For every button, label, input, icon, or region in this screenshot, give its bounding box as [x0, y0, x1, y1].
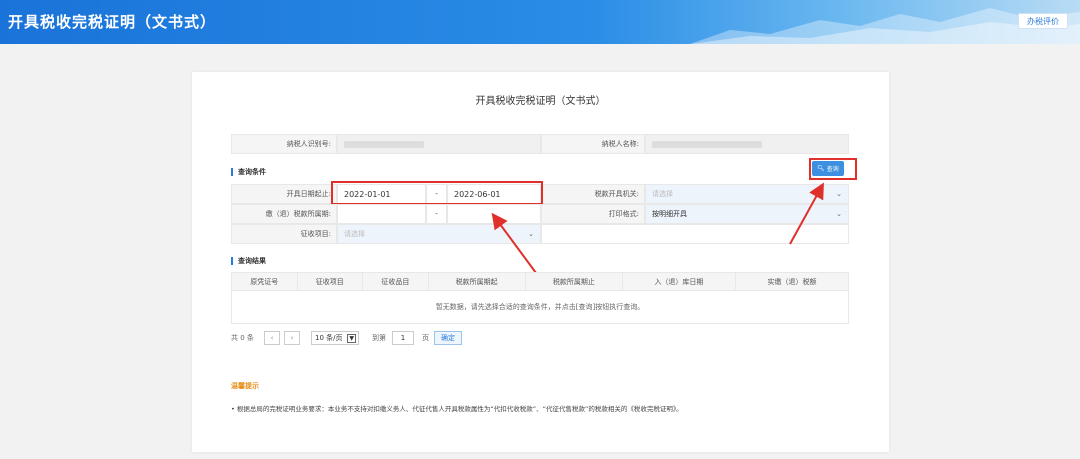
taxpayer-id-value: [337, 134, 541, 154]
main-panel: 开具税收完税证明（文书式） 纳税人识别号: 纳税人名称: 查询条件 🔍︎ 查询 开…: [192, 72, 889, 452]
column-header: 税款所属期止: [524, 272, 623, 291]
page-title: 开具税收完税证明（文书式）: [475, 96, 606, 107]
tips-heading: 温馨提示: [231, 382, 259, 390]
page-number-input[interactable]: 1: [392, 331, 414, 345]
chevron-down-icon: ⌄: [836, 190, 842, 198]
tips-text: • 根据总局的完税证明业务要求：本业务不支持对扣缴义务人、代征代售人开具税款属性…: [231, 405, 683, 413]
taxpayer-id-label: 纳税人识别号:: [231, 134, 337, 154]
page-size-value: 10 条/页: [315, 334, 343, 342]
taxpayer-name-value: [645, 134, 849, 154]
results-section-heading: 查询结果: [231, 257, 266, 265]
column-header: 征收品目: [362, 272, 429, 291]
page-unit-label: 页: [422, 334, 429, 342]
confirm-button[interactable]: 确定: [434, 331, 462, 345]
highlight-box-query: [809, 158, 857, 180]
annotation-arrows: [491, 182, 824, 278]
page-size-select[interactable]: 10 条/页 ▼: [311, 331, 359, 345]
taxpayer-name-label: 纳税人名称:: [541, 134, 645, 154]
authority-placeholder: 请选择: [652, 190, 673, 198]
app-title: 开具税收完税证明（文书式）: [8, 13, 217, 31]
print-format-label: 打印格式:: [541, 204, 645, 224]
prev-page-button[interactable]: ‹: [264, 331, 280, 345]
query-section-heading: 查询条件: [231, 168, 266, 176]
item-placeholder: 请选择: [344, 230, 365, 238]
next-page-button[interactable]: ›: [284, 331, 300, 345]
date-range-label: 开具日期起止:: [231, 184, 337, 204]
chevron-right-icon: ›: [290, 334, 294, 342]
period-separator: -: [426, 204, 447, 224]
goto-label: 到第: [372, 334, 386, 342]
chevron-down-icon: ▼: [347, 333, 356, 343]
chevron-down-icon: ⌄: [836, 210, 842, 218]
empty-row: 暂无数据，请先选择合适的查询条件，并点击[查询]按钮执行查询。: [231, 290, 849, 324]
item-label: 征收项目:: [231, 224, 337, 244]
print-format-value: 按明细开具: [652, 210, 687, 218]
item-select[interactable]: 请选择 ⌄: [337, 224, 541, 244]
period-label: 缴（退）税款所属期:: [231, 204, 337, 224]
top-bar: 开具税收完税证明（文书式） 办税评价: [0, 0, 1080, 44]
chevron-left-icon: ‹: [270, 334, 274, 342]
empty-cell: [541, 224, 849, 244]
column-header: 入（退）库日期: [621, 272, 736, 291]
evaluation-button[interactable]: 办税评价: [1018, 13, 1068, 29]
authority-label: 税款开具机关:: [541, 184, 645, 204]
empty-message: 暂无数据，请先选择合适的查询条件，并点击[查询]按钮执行查询。: [231, 290, 849, 324]
chevron-down-icon: ⌄: [528, 230, 534, 238]
column-header: 税款所属期起: [427, 272, 526, 291]
table-header-row: 原凭证号 征收项目 征收品目 税款所属期起 税款所属期止 入（退）库日期 实缴（…: [231, 272, 850, 291]
total-count: 共 0 条: [231, 334, 254, 342]
column-header: 实缴（退）税额: [734, 272, 850, 291]
print-format-select[interactable]: 按明细开具 ⌄: [645, 204, 849, 224]
results-table: 原凭证号 征收项目 征收品目 税款所属期起 税款所属期止 入（退）库日期 实缴（…: [231, 272, 850, 324]
period-from-input[interactable]: [337, 204, 426, 224]
column-header: 征收项目: [296, 272, 364, 291]
period-to-input[interactable]: [447, 204, 541, 224]
highlight-box-date: [331, 181, 543, 205]
column-header: 原凭证号: [231, 272, 298, 291]
authority-select[interactable]: 请选择 ⌄: [645, 184, 849, 204]
